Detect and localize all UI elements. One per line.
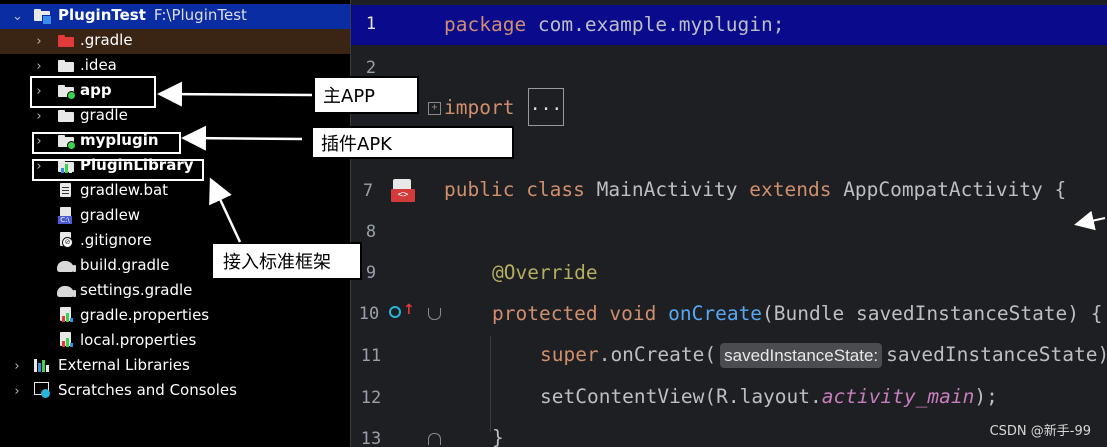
- arrow-right-edge: [1074, 210, 1106, 231]
- arrow-to-app: [157, 81, 313, 107]
- arrow-to-myplugin: [181, 125, 303, 151]
- annotation-arrows: [157, 81, 1106, 243]
- arrow-to-pluginlibrary: [209, 177, 242, 243]
